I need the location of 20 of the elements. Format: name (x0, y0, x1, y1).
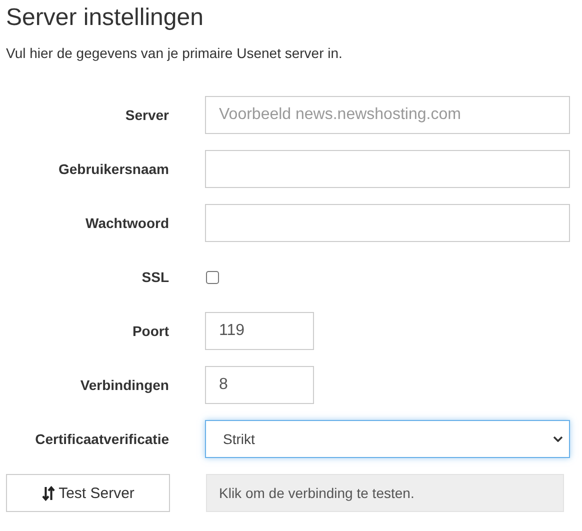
input-field[interactable]: 8 (205, 366, 314, 404)
input-field[interactable]: 119 (205, 312, 314, 350)
status-field: Klik om de verbinding te testen. (206, 474, 564, 512)
field-label: Certificaatverificatie (34, 431, 169, 447)
input-field[interactable] (205, 204, 570, 242)
field-label: SSL (140, 269, 169, 285)
checkbox[interactable] (206, 270, 219, 284)
field-label: Poort (131, 323, 169, 339)
select-dropdown[interactable]: Strikt (205, 420, 570, 458)
page-title: Server instellingen (6, 3, 204, 32)
input-field[interactable]: Voorbeeld news.newshosting.com (205, 96, 570, 134)
field-label: Verbindingen (79, 377, 169, 393)
intro-text: Vul hier de gegevens van je primaire Usenet server in. (6, 45, 344, 61)
test-server-button[interactable]: Test Server (6, 474, 170, 512)
field-label: Gebruikersnaam (58, 161, 169, 177)
input-field[interactable] (205, 150, 570, 188)
field-label: Wachtwoord (84, 215, 169, 231)
field-label: Server (124, 107, 169, 123)
chevron-down-icon (553, 436, 563, 442)
sort-arrows-icon (42, 486, 55, 500)
